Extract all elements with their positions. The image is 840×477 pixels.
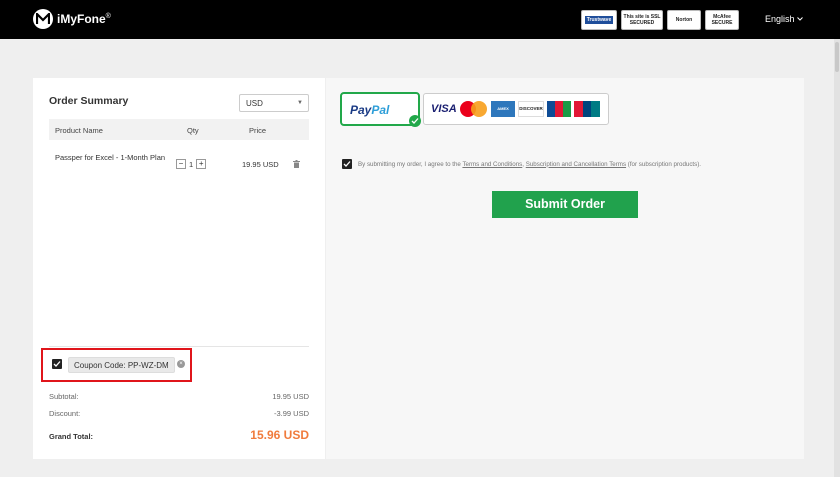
chevron-down-icon (796, 17, 803, 21)
discover-icon: DISCOVER (518, 101, 544, 117)
grand-total-label: Grand Total: (49, 432, 94, 441)
coupon-checkbox[interactable] (52, 359, 62, 369)
table-header: Product Name Qty Price (49, 119, 309, 140)
subtotal-value: 19.95 USD (272, 392, 309, 401)
payment-panel: PayPal VISA AMEX DISCOVER By submitting … (326, 78, 804, 459)
selected-check-icon (409, 115, 421, 127)
scrollbar-thumb[interactable] (835, 42, 839, 72)
visa-icon: VISA (431, 103, 457, 115)
subscription-terms-link[interactable]: Subscription and Cancellation Terms (526, 161, 626, 168)
amex-icon: AMEX (491, 101, 515, 117)
grand-total-value: 15.96 USD (250, 428, 309, 442)
increase-qty-button[interactable]: + (196, 159, 207, 169)
terms-agreement: By submitting my order, I agree to the T… (342, 159, 701, 169)
discount-row: Discount: -3.99 USD (49, 409, 309, 418)
col-price: Price (249, 126, 267, 135)
decrease-qty-button[interactable]: − (176, 159, 186, 169)
language-selector[interactable]: English (765, 14, 803, 24)
security-badges: Trustwave This site is SSL SECURED Norto… (581, 10, 739, 30)
caret-down-icon: ▼ (297, 100, 303, 106)
top-header: iMyFone® Trustwave This site is SSL SECU… (0, 0, 840, 39)
submit-order-button[interactable]: Submit Order (492, 191, 638, 218)
discount-value: -3.99 USD (273, 409, 309, 418)
subtotal-label: Subtotal: (49, 392, 79, 401)
mastercard-icon (460, 101, 488, 117)
currency-select[interactable]: USD ▼ (239, 94, 309, 112)
page-scrollbar[interactable] (834, 39, 840, 477)
currency-value: USD (246, 99, 263, 108)
trustwave-badge: Trustwave (581, 10, 617, 30)
check-icon (53, 361, 61, 367)
norton-badge: Norton (667, 10, 701, 30)
col-qty: Qty (187, 126, 199, 135)
coupon-highlight: Coupon Code: PP-WZ-DM × (41, 348, 192, 382)
card-option[interactable]: VISA AMEX DISCOVER (423, 93, 609, 125)
jcb-icon (547, 101, 571, 117)
language-label: English (765, 14, 795, 24)
agree-checkbox[interactable] (342, 159, 352, 169)
remove-coupon-icon[interactable]: × (177, 360, 185, 368)
order-summary-title: Order Summary (49, 95, 129, 107)
col-product: Product Name (55, 126, 103, 135)
divider (49, 346, 309, 347)
product-name: Passper for Excel - 1-Month Plan (55, 153, 166, 162)
discount-label: Discount: (49, 409, 81, 418)
unionpay-icon (574, 101, 601, 117)
subtotal-row: Subtotal: 19.95 USD (49, 392, 309, 401)
ssl-secured-badge: This site is SSL SECURED (621, 10, 663, 30)
paypal-logo: PayPal (350, 103, 390, 117)
terms-link[interactable]: Terms and Conditions (462, 161, 522, 168)
mcafee-badge: McAfee SECURE (705, 10, 739, 30)
check-icon (343, 161, 351, 167)
trash-icon[interactable] (293, 160, 300, 170)
order-summary-panel: Order Summary USD ▼ Product Name Qty Pri… (33, 78, 325, 459)
brand-logo[interactable]: iMyFone® (33, 9, 111, 29)
grand-total-row: Grand Total: 15.96 USD (49, 428, 309, 442)
logo-icon (33, 9, 53, 29)
qty-value: 1 (189, 159, 194, 169)
item-price: 19.95 USD (242, 160, 279, 169)
coupon-code-tag: Coupon Code: PP-WZ-DM (68, 357, 175, 373)
quantity-stepper: − 1 + (176, 159, 207, 169)
brand-name: iMyFone® (57, 12, 111, 26)
agree-text: By submitting my order, I agree to the T… (358, 160, 702, 168)
paypal-option[interactable]: PayPal (340, 92, 421, 127)
